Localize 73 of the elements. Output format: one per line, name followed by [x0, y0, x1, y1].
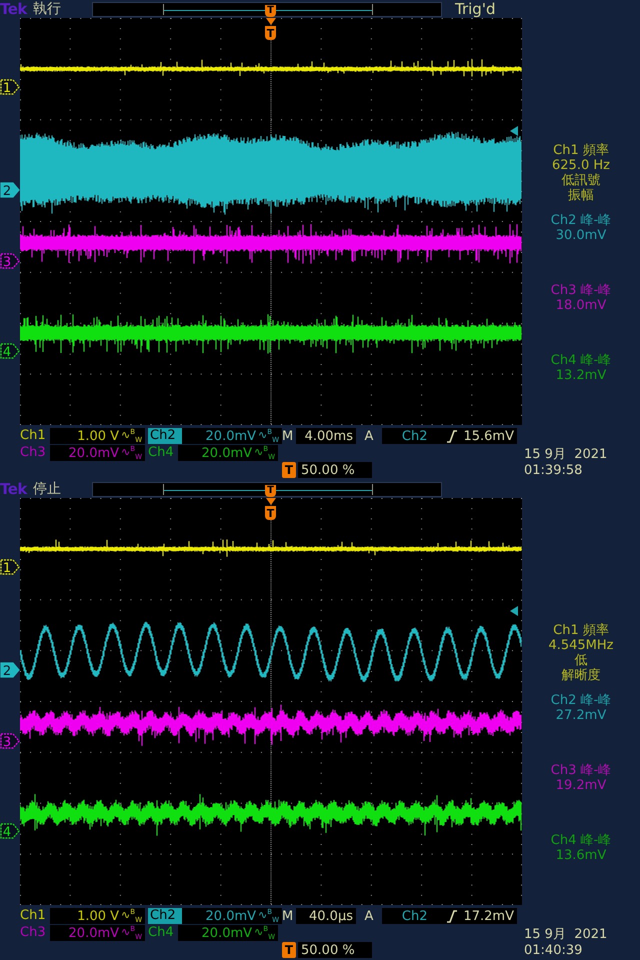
measurement-label: Ch1 頻率	[553, 623, 609, 638]
measurement-value: 18.0mV	[556, 298, 606, 313]
channel-label: Ch2	[148, 428, 182, 444]
channel-marker: 2	[0, 662, 20, 678]
trigger-label: A	[364, 428, 374, 444]
scale-value: 20.0mV	[206, 908, 256, 924]
scale-value: 20.0mV	[68, 926, 120, 940]
channel-marker: 1	[0, 79, 20, 95]
timebase-label: M	[282, 428, 294, 444]
scale-value: 20.0mV	[206, 428, 256, 444]
run-status: 執行	[33, 0, 62, 18]
trigger-level-icon	[510, 126, 518, 136]
time-text: 01:40:39	[524, 943, 584, 959]
scale-value: 20.0mV	[202, 446, 252, 460]
measurement-value: 19.2mV	[556, 778, 606, 793]
measurement-value: 27.2mV	[556, 708, 606, 723]
measurement-label: Ch2 峰-峰	[550, 213, 612, 228]
trigger-position-marker: T	[282, 462, 296, 478]
scale-value: 20.0mV	[202, 926, 252, 940]
brand-logo: Tek	[0, 480, 28, 498]
measurement-value: 13.2mV	[556, 368, 606, 383]
trigger-position-marker: T	[265, 4, 276, 16]
trigger-level-icon	[510, 606, 518, 616]
measurement-note: 低訊號	[561, 173, 600, 188]
trigger-source: Ch2	[402, 908, 428, 924]
rising-edge-icon	[447, 910, 458, 922]
trigger-threshold: 17.2mV	[463, 908, 514, 924]
measurement-note: 低	[574, 653, 588, 668]
trigger-position-value: 50.00 %	[301, 462, 355, 478]
channel-label: Ch2	[148, 908, 182, 924]
timebase-value: 40.0µs	[309, 908, 353, 924]
channel-label: Ch3	[20, 925, 47, 941]
trigger-label: A	[364, 908, 374, 924]
rising-edge-icon	[447, 430, 458, 442]
measurement-label: Ch4 峰-峰	[550, 353, 612, 368]
trigger-position-value: 50.00 %	[301, 942, 355, 958]
trigger-position-marker: T	[282, 942, 296, 958]
trigger-threshold: 15.6mV	[463, 428, 514, 444]
measurement-label: Ch4 峰-峰	[550, 833, 612, 848]
scale-value: 1.00 V	[77, 908, 120, 924]
measurement-label: Ch3 峰-峰	[550, 763, 612, 778]
trigger-status: Trig'd	[455, 0, 496, 18]
channel-label: Ch3	[20, 445, 47, 461]
channel-marker: 1	[0, 559, 20, 575]
channel-label: Ch4	[148, 925, 175, 941]
time-text: 01:39:58	[524, 463, 584, 479]
measurement-value: 625.0 Hz	[552, 158, 610, 173]
measurement-note: 振幅	[568, 188, 594, 203]
channel-label: Ch4	[148, 445, 175, 461]
brand-logo: Tek	[0, 0, 28, 18]
date-text: 15 9月 2021	[524, 927, 608, 943]
channel-marker: 3	[0, 253, 20, 269]
measurement-label: Ch1 頻率	[553, 143, 609, 158]
trigger-position-marker: T	[265, 484, 276, 496]
scale-value: 20.0mV	[68, 446, 120, 460]
trigger-source: Ch2	[402, 428, 428, 444]
timebase-label: M	[282, 908, 294, 924]
measurement-label: Ch3 峰-峰	[550, 283, 612, 298]
measurement-note: 解晰度	[561, 668, 600, 683]
channel-label: Ch1	[20, 428, 47, 444]
measurement-value: 4.545MHz	[548, 638, 614, 653]
run-status: 停止	[33, 480, 62, 498]
measurement-label: Ch2 峰-峰	[550, 693, 612, 708]
measurement-value: 13.6mV	[556, 848, 606, 863]
scale-value: 1.00 V	[77, 428, 120, 444]
channel-marker: 2	[0, 182, 20, 198]
channel-label: Ch1	[20, 908, 47, 924]
channel-marker: 4	[0, 823, 20, 839]
measurement-value: 30.0mV	[556, 228, 606, 243]
channel-marker: 3	[0, 733, 20, 749]
timebase-value: 4.00ms	[304, 428, 353, 444]
date-text: 15 9月 2021	[524, 447, 608, 463]
channel-marker: 4	[0, 343, 20, 359]
